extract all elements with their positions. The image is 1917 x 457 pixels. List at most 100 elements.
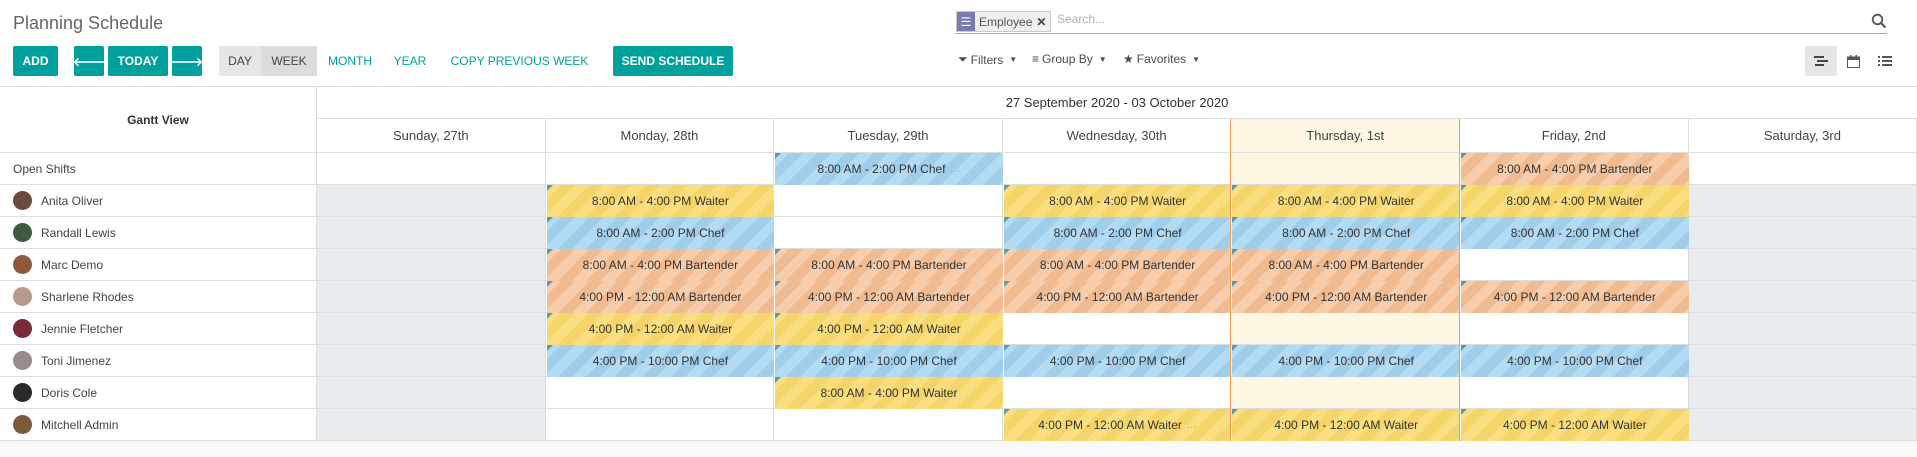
gantt-cell[interactable] (317, 313, 546, 345)
favorites-label: Favorites (1136, 52, 1187, 66)
shift-pill[interactable]: 4:00 PM - 10:00 PM Chef (1461, 345, 1689, 377)
shift-text: 8:00 AM - 4:00 PM Bartender (1268, 258, 1424, 272)
shift-pill[interactable]: 8:00 AM - 2:00 PM Chef (1461, 217, 1689, 249)
caret-down-icon: ▼ (1098, 54, 1107, 64)
gantt-cell[interactable] (317, 377, 546, 409)
star-icon: ★ (1123, 52, 1134, 66)
gantt-cell[interactable] (774, 409, 1003, 441)
gantt-cell[interactable] (1688, 345, 1917, 377)
shift-pill[interactable]: 8:00 AM - 2:00 PM Chef (546, 217, 775, 249)
gantt-cell[interactable] (1460, 313, 1689, 345)
gantt-cell[interactable] (1688, 217, 1917, 249)
shift-pill[interactable]: 8:00 AM - 4:00 PM Waiter (546, 185, 775, 217)
shift-text: 8:00 AM - 2:00 PM Chef (1053, 226, 1182, 240)
scale-day-button[interactable]: DAY (219, 46, 261, 76)
send-schedule-button[interactable]: SEND SCHEDULE (613, 46, 733, 76)
avatar (13, 351, 32, 370)
shift-pill[interactable]: 8:00 AM - 2:00 PM Chef (1003, 217, 1232, 249)
shift-pill[interactable]: 8:00 AM - 4:00 PM Bartender (1003, 249, 1232, 281)
magnifier-icon[interactable] (1871, 13, 1887, 29)
day-header: Saturday, 3rd (1688, 119, 1917, 153)
shift-pill[interactable]: 4:00 PM - 10:00 PM Chef (546, 345, 775, 377)
shift-pill[interactable]: 4:00 PM - 12:00 AM Bartender (1461, 281, 1689, 313)
shift-pill[interactable]: 8:00 AM - 4:00 PM Waiter (1461, 185, 1689, 217)
gantt-cell[interactable] (1231, 377, 1460, 409)
shift-pill[interactable]: 4:00 PM - 10:00 PM Chef (1232, 345, 1460, 377)
gantt-cell[interactable] (1688, 377, 1917, 409)
gantt-cell[interactable] (317, 217, 546, 249)
gantt-cell[interactable] (1688, 153, 1917, 185)
shift-pill[interactable]: 4:00 PM - 12:00 AM Bartender (546, 281, 775, 313)
gantt-cell[interactable] (1688, 281, 1917, 313)
gantt-cell[interactable] (774, 217, 1003, 249)
gantt-cell[interactable] (1460, 249, 1689, 281)
search-input[interactable] (1057, 12, 1757, 26)
gantt-cell[interactable] (317, 345, 546, 377)
shift-pill[interactable]: 4:00 PM - 12:00 AM Waiter (775, 313, 1003, 345)
shift-pill[interactable]: 8:00 AM - 4:00 PM Bartender (1461, 153, 1689, 185)
favorites-dropdown[interactable]: ★ Favorites ▼ (1123, 52, 1200, 66)
shift-pill[interactable]: 4:00 PM - 12:00 AM Bartender (1003, 281, 1232, 313)
scale-year-button[interactable]: YEAR (383, 46, 437, 76)
shift-text: 4:00 PM - 12:00 AM Bartender (1265, 290, 1428, 304)
gantt-cell[interactable] (317, 249, 546, 281)
scale-week-button[interactable]: WEEK (261, 46, 317, 76)
gantt-cell[interactable] (1688, 185, 1917, 217)
gantt-cell[interactable] (774, 185, 1003, 217)
calendar-view-switch[interactable] (1837, 46, 1869, 76)
search-facet[interactable]: ☰ Employee ✕ (956, 11, 1052, 32)
shift-pill[interactable]: 8:00 AM - 4:00 PM Bartender (546, 249, 775, 281)
search-bar[interactable]: ☰ Employee ✕ (955, 10, 1887, 34)
shift-pill[interactable]: 8:00 AM - 2:00 PM Chef (1232, 217, 1460, 249)
gantt-cell[interactable] (545, 409, 775, 441)
gantt-cell[interactable] (1688, 249, 1917, 281)
gantt-cell[interactable] (545, 153, 775, 185)
gantt-cell[interactable] (1688, 409, 1917, 441)
day-header: Friday, 2nd (1460, 119, 1689, 153)
gantt-cell[interactable] (317, 153, 546, 185)
gantt-cell[interactable] (1002, 377, 1232, 409)
shift-pill[interactable]: 8:00 AM - 4:00 PM Bartender (1232, 249, 1460, 281)
gantt-cell[interactable] (317, 281, 546, 313)
shift-pill[interactable]: 4:00 PM - 12:00 AM Waiter… (1003, 409, 1232, 441)
shift-text: 4:00 PM - 12:00 AM Waiter (817, 322, 961, 336)
shift-text: 4:00 PM - 10:00 PM Chef (592, 354, 729, 368)
gantt-cell[interactable] (545, 377, 775, 409)
shift-text: 4:00 PM - 12:00 AM Bartender (1493, 290, 1656, 304)
shift-pill[interactable]: 4:00 PM - 12:00 AM Waiter (1232, 409, 1460, 441)
gantt-cell[interactable] (317, 185, 546, 217)
gantt-view-switch[interactable] (1805, 46, 1837, 76)
shift-pill[interactable]: 4:00 PM - 12:00 AM Waiter (1461, 409, 1689, 441)
copy-previous-week-button[interactable]: COPY PREVIOUS WEEK (447, 46, 592, 76)
gantt-cell[interactable] (317, 409, 546, 441)
row-label-text: Jennie Fletcher (41, 321, 124, 336)
gantt-cell[interactable] (1002, 313, 1232, 345)
filters-dropdown[interactable]: ⏷ Filters ▼ (958, 52, 1017, 67)
gantt-cell[interactable] (1231, 153, 1460, 185)
gantt-cell[interactable] (1002, 153, 1232, 185)
shift-pill[interactable]: 4:00 PM - 12:00 AM Bartender (775, 281, 1003, 313)
shift-pill[interactable]: 4:00 PM - 12:00 AM Bartender (1232, 281, 1460, 313)
shift-pill[interactable]: 4:00 PM - 12:00 AM Waiter (546, 313, 775, 345)
shift-pill[interactable]: 4:00 PM - 10:00 PM Chef (1003, 345, 1232, 377)
gantt-cell[interactable] (1688, 313, 1917, 345)
shift-pill[interactable]: 4:00 PM - 10:00 PM Chef (775, 345, 1003, 377)
group-by-dropdown[interactable]: ≡ Group By ▼ (1032, 52, 1107, 66)
previous-button[interactable]: 🡐 (73, 46, 105, 76)
next-button[interactable]: 🡒 (171, 46, 203, 76)
shift-pill[interactable]: 8:00 AM - 4:00 PM Waiter (1003, 185, 1232, 217)
shift-pill[interactable]: 8:00 AM - 4:00 PM Bartender (775, 249, 1003, 281)
gantt-cell[interactable] (1231, 313, 1460, 345)
scale-month-button[interactable]: MONTH (321, 46, 379, 76)
remove-facet-icon[interactable]: ✕ (1036, 15, 1050, 29)
shift-text: 8:00 AM - 4:00 PM Bartender (582, 258, 739, 272)
shift-pill[interactable]: 8:00 AM - 2:00 PM Chef… (775, 153, 1003, 185)
gantt-cell[interactable] (1460, 377, 1689, 409)
today-button[interactable]: TODAY (108, 46, 168, 76)
calendar-icon (1846, 54, 1860, 68)
list-view-switch[interactable] (1869, 46, 1901, 76)
shift-pill[interactable]: 8:00 AM - 4:00 PM Waiter (1232, 185, 1460, 217)
shift-text: 4:00 PM - 12:00 AM Bartender (579, 290, 742, 304)
add-button[interactable]: ADD (13, 46, 58, 76)
shift-pill[interactable]: 8:00 AM - 4:00 PM Waiter (775, 377, 1003, 409)
